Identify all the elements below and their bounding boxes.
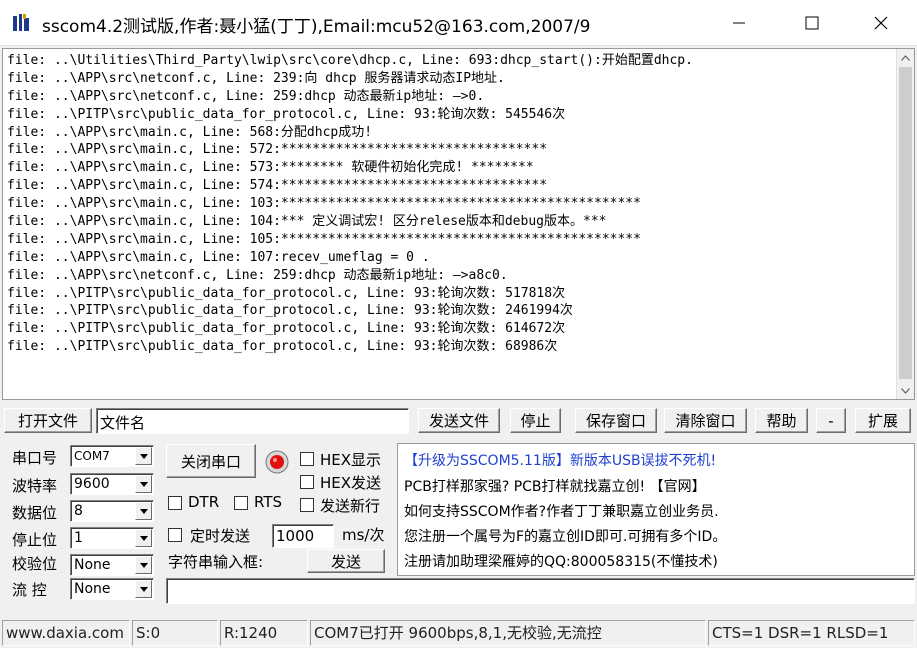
maximize-icon <box>805 16 819 30</box>
receive-text-area[interactable]: file: ..\Utilities\Third_Party\lwip\src\… <box>2 48 915 400</box>
clear-window-button[interactable]: 清除窗口 <box>664 408 747 433</box>
log-lines: file: ..\Utilities\Third_Party\lwip\src\… <box>7 52 893 356</box>
log-line: file: ..\APP\src\main.c, Line: 107:recev… <box>7 249 430 265</box>
dtr-checkbox[interactable] <box>168 496 182 510</box>
parity-label: 校验位 <box>12 555 58 573</box>
send-newline-checkbox[interactable] <box>300 498 314 512</box>
log-line: file: ..\PITP\src\public_data_for_protoc… <box>7 339 558 355</box>
chevron-down-icon[interactable] <box>135 447 152 465</box>
scroll-down-icon[interactable] <box>897 382 914 399</box>
flow-label: 流 控 <box>12 581 47 599</box>
stop-button[interactable]: 停止 <box>510 408 561 433</box>
vertical-scrollbar[interactable] <box>896 49 914 399</box>
rts-label: RTS <box>254 493 283 511</box>
hex-display-label: HEX显示 <box>320 451 382 469</box>
dtr-label: DTR <box>188 493 220 511</box>
collapse-button[interactable]: - <box>816 408 846 433</box>
signal-status: CTS=1 DSR=1 RLSD=1 <box>708 620 915 646</box>
open-file-button[interactable]: 打开文件 <box>4 408 92 433</box>
stopbits-label: 停止位 <box>12 531 58 549</box>
log-line: file: ..\PITP\src\public_data_for_protoc… <box>7 106 566 122</box>
log-line: file: ..\APP\src\main.c, Line: 573:*****… <box>7 160 534 176</box>
port-value: COM7 <box>74 449 110 463</box>
sent-count: S:0 <box>132 620 218 646</box>
website-link[interactable]: www.daxia.com <box>2 620 130 646</box>
interval-unit-label: ms/次 <box>342 526 385 544</box>
close-button[interactable] <box>858 0 904 46</box>
port-status-led-icon <box>265 450 289 474</box>
stopbits-value: 1 <box>74 530 83 546</box>
string-input-label: 字符串输入框: <box>168 553 264 571</box>
log-line: file: ..\Utilities\Third_Party\lwip\src\… <box>7 53 693 68</box>
log-line: file: ..\APP\src\main.c, Line: 572:*****… <box>7 142 548 158</box>
log-line: file: ..\APP\src\main.c, Line: 574:*****… <box>7 178 548 194</box>
chevron-down-icon[interactable] <box>135 475 152 493</box>
interval-value: 1000 <box>276 527 315 545</box>
hex-display-checkbox[interactable] <box>300 452 314 466</box>
filename-input[interactable]: 文件名 <box>96 408 409 434</box>
close-port-button[interactable]: 关闭串口 <box>166 444 256 478</box>
databits-value: 8 <box>74 503 83 519</box>
save-window-button[interactable]: 保存窗口 <box>575 408 657 433</box>
send-newline-label: 发送新行 <box>320 497 381 515</box>
minimize-icon <box>733 22 745 24</box>
minimize-button[interactable] <box>716 0 762 46</box>
send-button[interactable]: 发送 <box>307 549 385 573</box>
stopbits-select[interactable]: 1 <box>70 527 154 549</box>
info-line: PCB打样那家强? PCB打样就找嘉立创! 【官网】 <box>404 479 706 495</box>
info-line: 您注册一个属号为F的嘉立创ID即可.可拥有多个ID。 <box>404 529 727 545</box>
scroll-up-icon[interactable] <box>897 49 914 66</box>
log-line: file: ..\APP\src\main.c, Line: 104:*** 定… <box>7 214 607 230</box>
log-line: file: ..\APP\src\netconf.c, Line: 239:向 … <box>7 70 505 86</box>
port-label: 串口号 <box>12 449 58 467</box>
chevron-down-icon[interactable] <box>135 580 152 598</box>
chevron-down-icon[interactable] <box>135 502 152 520</box>
status-bar: www.daxia.com S:0 R:1240 COM7已打开 9600bps… <box>0 617 917 648</box>
timed-send-checkbox[interactable] <box>168 528 182 542</box>
chevron-down-icon[interactable] <box>135 556 152 574</box>
upgrade-link[interactable]: 【升级为SSCOM5.11版】新版本USB误拔不死机! <box>404 450 716 470</box>
baud-select[interactable]: 9600 <box>70 473 154 495</box>
log-line: file: ..\PITP\src\public_data_for_protoc… <box>7 321 566 337</box>
info-panel: 【升级为SSCOM5.11版】新版本USB误拔不死机! PCB打样那家强? PC… <box>397 443 915 576</box>
close-icon <box>874 16 888 30</box>
help-button[interactable]: 帮助 <box>755 408 808 433</box>
title-bar: sscom4.2测试版,作者:聂小猛(丁丁),Email:mcu52@163.c… <box>0 0 917 46</box>
info-line: 注册请加助理梁雁婷的QQ:800058315(不懂技术) <box>404 554 718 570</box>
log-line: file: ..\APP\src\main.c, Line: 568:分配dhc… <box>7 124 373 140</box>
rts-checkbox[interactable] <box>234 496 248 510</box>
filename-value: 文件名 <box>100 414 146 432</box>
chevron-down-icon[interactable] <box>135 529 152 547</box>
expand-button[interactable]: 扩展 <box>855 408 911 433</box>
window-title: sscom4.2测试版,作者:聂小猛(丁丁),Email:mcu52@163.c… <box>42 17 591 37</box>
flow-value: None <box>74 581 111 597</box>
port-select[interactable]: COM7 <box>70 445 154 467</box>
flow-select[interactable]: None <box>70 578 154 600</box>
baud-label: 波特率 <box>12 477 58 495</box>
info-line: 如何支持SSCOM作者?作者丁丁兼职嘉立创业务员. <box>404 504 719 520</box>
hex-send-checkbox[interactable] <box>300 475 314 489</box>
parity-select[interactable]: None <box>70 554 154 576</box>
received-count: R:1240 <box>220 620 308 646</box>
databits-select[interactable]: 8 <box>70 500 154 522</box>
scroll-thumb[interactable] <box>899 67 912 379</box>
tools-app-icon <box>11 13 31 33</box>
baud-value: 9600 <box>74 476 110 492</box>
send-file-button[interactable]: 发送文件 <box>418 408 500 433</box>
log-line: file: ..\PITP\src\public_data_for_protoc… <box>7 285 566 301</box>
parity-value: None <box>74 557 111 573</box>
maximize-button[interactable] <box>789 0 835 46</box>
port-status-text: COM7已打开 9600bps,8,1,无校验,无流控 <box>310 620 706 646</box>
hex-send-label: HEX发送 <box>320 474 382 492</box>
timed-send-label: 定时发送 <box>190 527 251 545</box>
send-text-input[interactable] <box>166 578 915 604</box>
log-line: file: ..\APP\src\main.c, Line: 103:*****… <box>7 196 641 212</box>
log-line: file: ..\PITP\src\public_data_for_protoc… <box>7 303 573 319</box>
log-line: file: ..\APP\src\netconf.c, Line: 259:dh… <box>7 267 508 283</box>
databits-label: 数据位 <box>12 504 58 522</box>
interval-input[interactable]: 1000 <box>272 524 334 548</box>
log-line: file: ..\APP\src\netconf.c, Line: 259:dh… <box>7 88 485 104</box>
log-line: file: ..\APP\src\main.c, Line: 105:*****… <box>7 231 641 247</box>
